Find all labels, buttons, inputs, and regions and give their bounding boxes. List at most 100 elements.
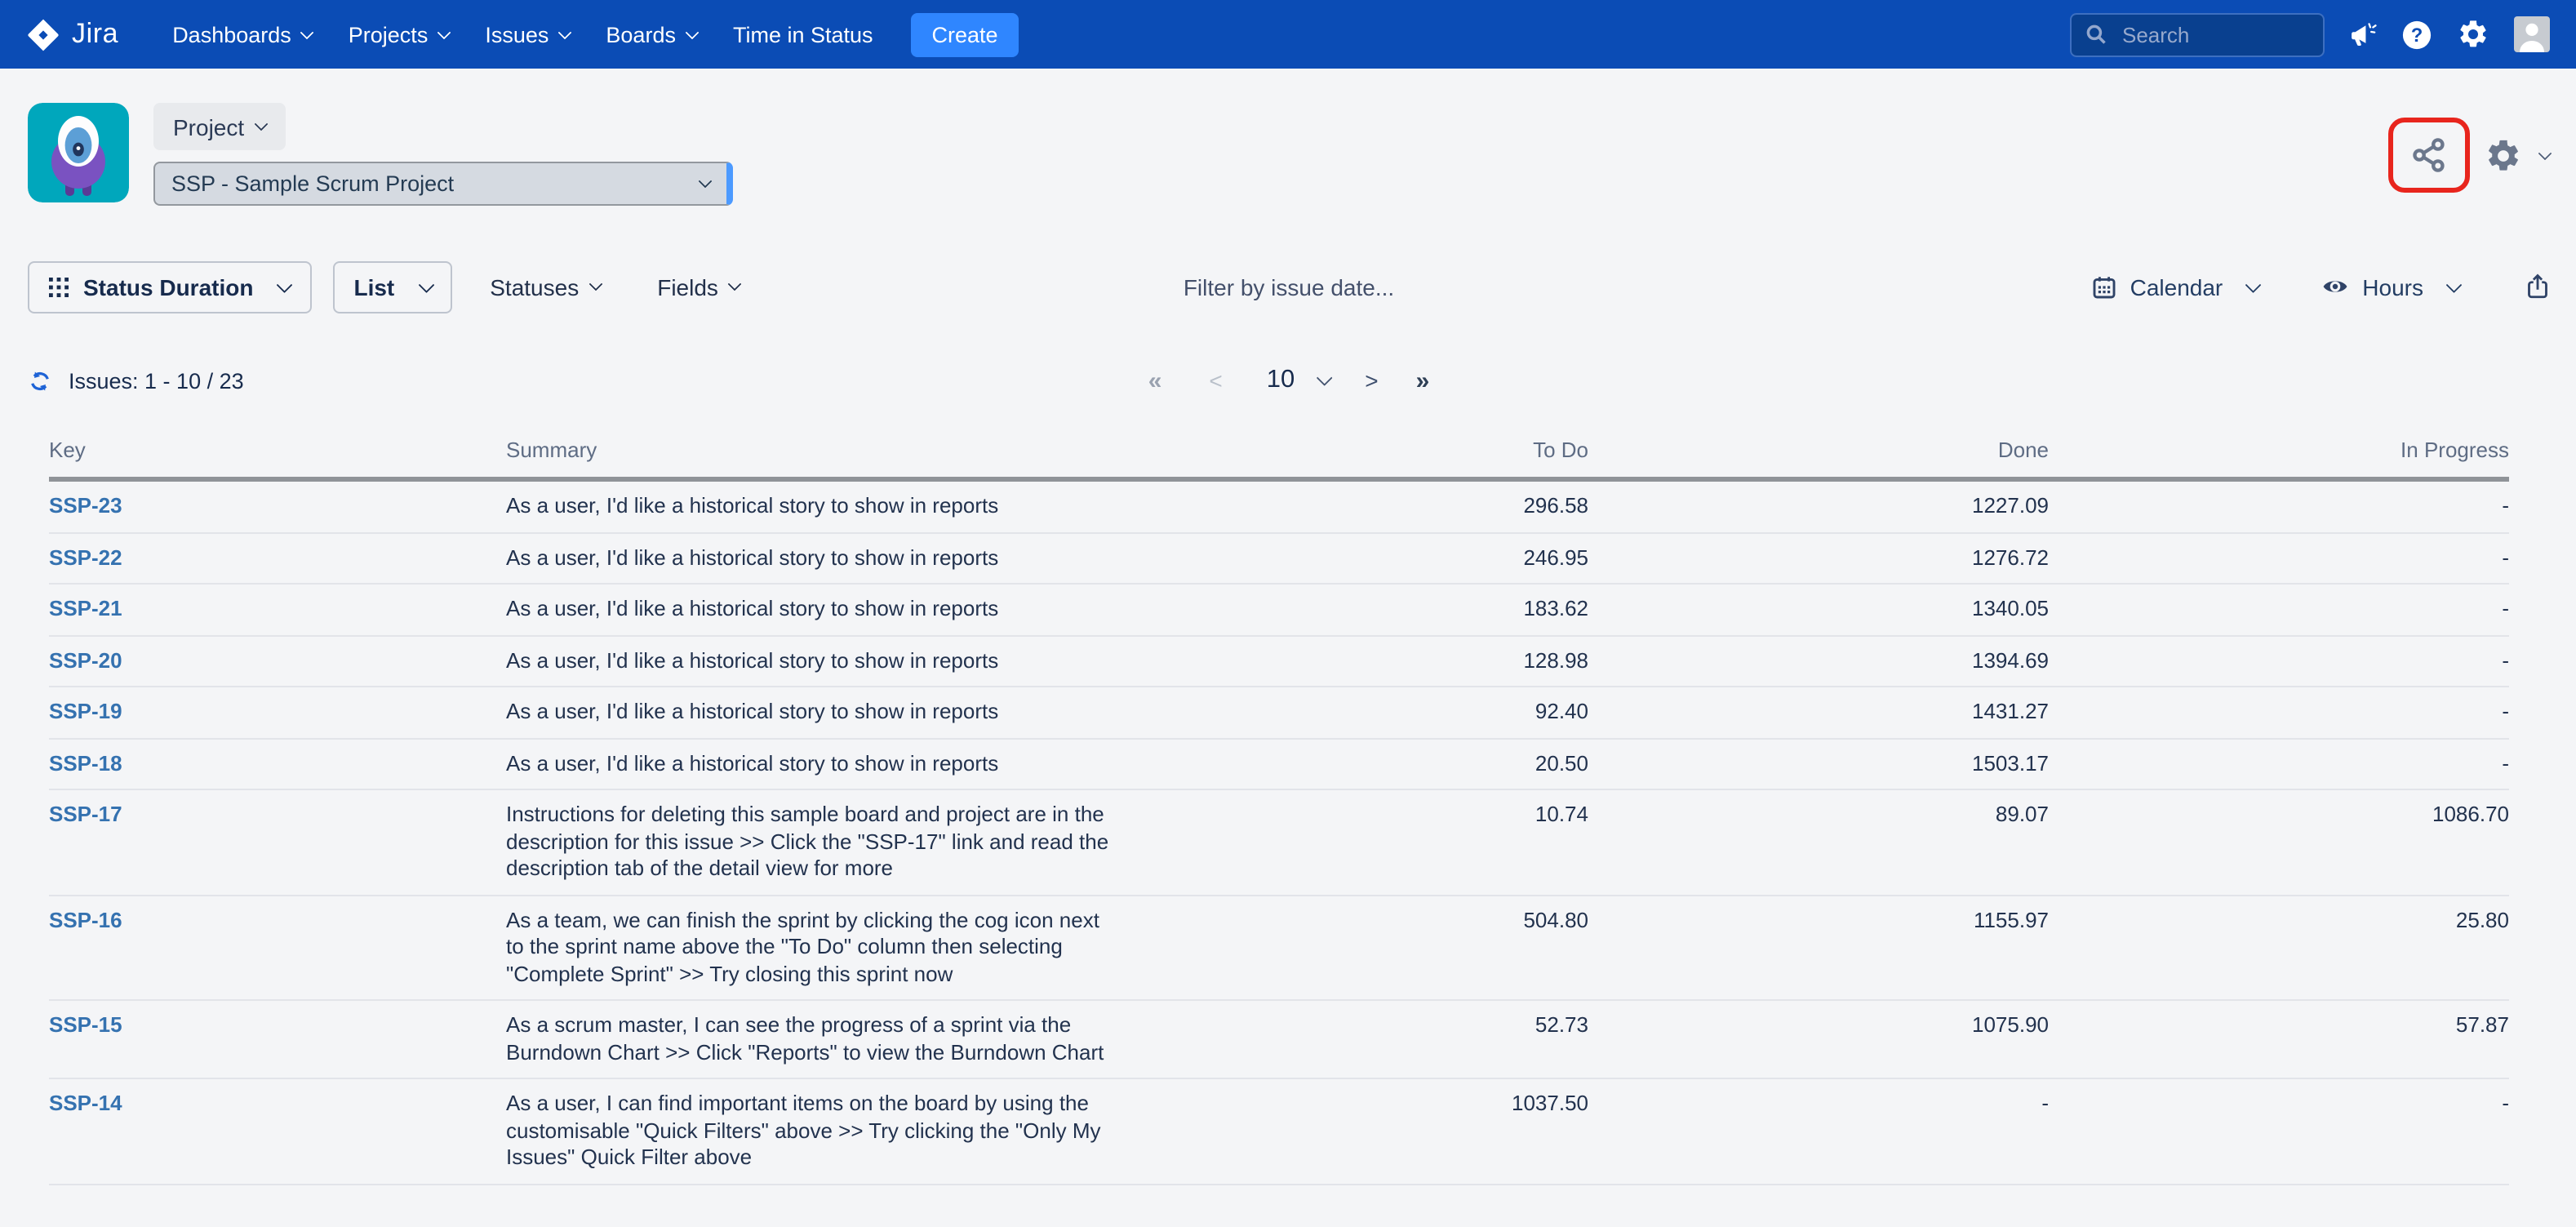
global-search[interactable] <box>2070 12 2325 56</box>
nav-item-projects[interactable]: Projects <box>349 22 450 47</box>
time-unit-dropdown[interactable]: Hours <box>2321 273 2458 300</box>
issue-summary: As a team, we can finish the sprint by c… <box>506 895 1143 1000</box>
column-header-summary: Summary <box>506 438 1143 479</box>
pagination: « < 10 > » <box>1148 366 1430 395</box>
nav-item-time-in-status[interactable]: Time in Status <box>733 22 873 47</box>
issues-count-label: Issues: 1 - 10 / 23 <box>69 368 244 393</box>
issue-summary: As a user, I'd like a historical story t… <box>506 532 1143 584</box>
todo-value: 246.95 <box>1143 532 1588 584</box>
done-value: 1431.27 <box>1588 687 2049 738</box>
issue-summary: As a user, I can find important items on… <box>506 1078 1143 1184</box>
project-select[interactable]: SSP - Sample Scrum Project <box>153 162 733 206</box>
todo-value: 504.80 <box>1143 895 1588 1000</box>
calendar-dropdown[interactable]: Calendar <box>2091 273 2258 300</box>
issue-key-link[interactable]: SSP-18 <box>49 750 122 775</box>
todo-value: 128.98 <box>1143 635 1588 687</box>
issue-key-link[interactable]: SSP-20 <box>49 647 122 672</box>
issues-table-container: Key Summary To Do Done In Progress SSP-2… <box>49 438 2509 1185</box>
issue-key-link[interactable]: SSP-19 <box>49 699 122 723</box>
refresh-icon[interactable] <box>28 368 52 393</box>
issue-summary: As a user, I'd like a historical story t… <box>506 687 1143 738</box>
done-value: 1340.05 <box>1588 584 2049 635</box>
scope-dropdown[interactable]: Project <box>153 103 285 150</box>
project-avatar <box>28 103 129 202</box>
top-navbar: Jira Dashboards Projects Issues Boards T… <box>0 0 2576 69</box>
nav-item-boards[interactable]: Boards <box>606 22 697 47</box>
page-size-dropdown[interactable]: 10 <box>1267 366 1331 395</box>
pagination-last-button[interactable]: » <box>1416 367 1430 394</box>
toolbar-right: Calendar Hours <box>2091 273 2550 300</box>
help-icon[interactable]: ? <box>2401 19 2432 50</box>
table-row: SSP-18 As a user, I'd like a historical … <box>49 738 2509 789</box>
todo-value: 296.58 <box>1143 479 1588 532</box>
todo-value: 10.74 <box>1143 789 1588 895</box>
issue-key-link[interactable]: SSP-22 <box>49 545 122 569</box>
settings-gear-icon[interactable] <box>2457 18 2489 51</box>
table-row: SSP-14 As a user, I can find important i… <box>49 1078 2509 1184</box>
issue-key-link[interactable]: SSP-15 <box>49 1012 122 1037</box>
calendar-icon <box>2091 273 2117 300</box>
grid-icon <box>49 277 69 296</box>
chevron-down-icon <box>300 25 314 39</box>
done-value: 1155.97 <box>1588 895 2049 1000</box>
share-icon[interactable] <box>2408 134 2450 176</box>
gear-icon <box>2485 136 2522 174</box>
nav-item-issues[interactable]: Issues <box>485 22 570 47</box>
export-icon[interactable] <box>2525 273 2550 300</box>
jira-brand: Jira <box>26 17 118 51</box>
done-value: - <box>1588 1078 2049 1184</box>
column-header-in-progress: In Progress <box>2049 438 2509 479</box>
table-header-row: Key Summary To Do Done In Progress <box>49 438 2509 479</box>
megaphone-icon[interactable] <box>2349 20 2377 48</box>
in-progress-value: 1086.70 <box>2049 789 2509 895</box>
pagination-next-button[interactable]: > <box>1365 367 1378 393</box>
issues-table: Key Summary To Do Done In Progress SSP-2… <box>49 438 2509 1185</box>
in-progress-value: - <box>2049 1078 2509 1184</box>
issue-key-link[interactable]: SSP-23 <box>49 493 122 518</box>
pagination-first-button[interactable]: « <box>1148 367 1162 394</box>
chevron-down-icon <box>699 175 713 189</box>
issue-key-link[interactable]: SSP-21 <box>49 596 122 620</box>
table-row: SSP-19 As a user, I'd like a historical … <box>49 687 2509 738</box>
eye-icon <box>2321 273 2349 300</box>
issue-date-filter[interactable]: Filter by issue date... <box>1184 273 1394 300</box>
in-progress-value: - <box>2049 687 2509 738</box>
issue-key-link[interactable]: SSP-16 <box>49 907 122 931</box>
fields-dropdown[interactable]: Fields <box>657 273 739 300</box>
in-progress-value: - <box>2049 738 2509 789</box>
table-row: SSP-15 As a scrum master, I can see the … <box>49 1000 2509 1078</box>
done-value: 89.07 <box>1588 789 2049 895</box>
view-dropdown[interactable]: List <box>332 260 452 313</box>
user-avatar[interactable] <box>2514 16 2550 52</box>
done-value: 1227.09 <box>1588 479 2049 532</box>
in-progress-value: - <box>2049 532 2509 584</box>
done-value: 1075.90 <box>1588 1000 2049 1078</box>
chevron-down-icon <box>254 118 268 131</box>
pagination-prev-button[interactable]: < <box>1209 367 1222 393</box>
report-toolbar: Status Duration List Statuses Fields Fil… <box>28 260 2550 313</box>
metric-dropdown[interactable]: Status Duration <box>28 260 311 313</box>
issue-key-link[interactable]: SSP-14 <box>49 1091 122 1115</box>
create-button[interactable]: Create <box>911 12 1019 56</box>
statuses-dropdown[interactable]: Statuses <box>490 273 600 300</box>
done-value: 1394.69 <box>1588 635 2049 687</box>
todo-value: 1037.50 <box>1143 1078 1588 1184</box>
jira-logo-icon <box>26 17 60 51</box>
chevron-down-icon <box>588 278 602 291</box>
in-progress-value: 57.87 <box>2049 1000 2509 1078</box>
issue-summary: As a user, I'd like a historical story t… <box>506 479 1143 532</box>
navbar-right: ? <box>2070 12 2550 56</box>
issue-summary: As a user, I'd like a historical story t… <box>506 635 1143 687</box>
issue-key-link[interactable]: SSP-17 <box>49 802 122 826</box>
table-row: SSP-23 As a user, I'd like a historical … <box>49 479 2509 532</box>
chevron-down-icon <box>685 25 699 39</box>
table-row: SSP-16 As a team, we can finish the spri… <box>49 895 2509 1000</box>
in-progress-value: - <box>2049 635 2509 687</box>
search-icon <box>2085 23 2107 46</box>
issue-summary: As a scrum master, I can see the progres… <box>506 1000 1143 1078</box>
report-settings-dropdown[interactable] <box>2485 136 2550 174</box>
todo-value: 92.40 <box>1143 687 1588 738</box>
results-bar: Issues: 1 - 10 / 23 « < 10 > » <box>28 364 2550 397</box>
search-input[interactable] <box>2119 20 2310 48</box>
nav-item-dashboards[interactable]: Dashboards <box>172 22 313 47</box>
